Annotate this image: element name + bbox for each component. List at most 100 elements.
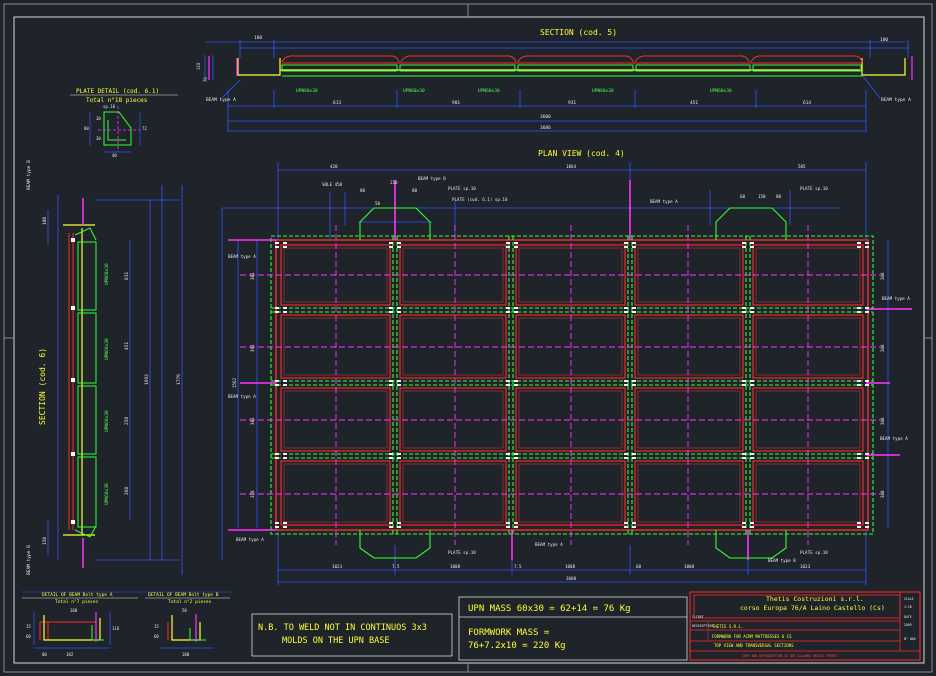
plan-cell-inner — [283, 390, 388, 449]
plan-connector — [283, 522, 287, 524]
plan-connector — [865, 380, 869, 382]
plan-connector — [750, 526, 754, 528]
plan-dim-bottom-4: 1023 — [800, 564, 811, 569]
plan-dim-top-2: 505 — [798, 164, 806, 169]
plan-cell — [634, 314, 744, 379]
plan-connector — [632, 307, 636, 309]
plan-connector — [624, 380, 628, 382]
sec5-upn-1: UPN60x30 — [296, 88, 318, 94]
plan-connector — [624, 311, 628, 313]
cad-drawing: SECTION (cod. 5) UPN60x30 UPN60x30 UPN60… — [3, 3, 933, 673]
plate-dim-4: 30 — [96, 116, 101, 121]
plan-small-4: 60 — [740, 194, 746, 199]
plan-connector — [750, 307, 754, 309]
sec6-dim-6: 180 — [42, 217, 48, 225]
plan-connector — [750, 242, 754, 244]
plan-connector — [857, 311, 861, 313]
plan-connector — [397, 457, 401, 459]
tb-side-0: SCALE — [904, 597, 914, 601]
plan-connector — [865, 311, 869, 313]
plan-connector — [283, 526, 287, 528]
plan-connector — [397, 380, 401, 382]
sec5-side-dim-1: 110 — [196, 62, 201, 70]
plan-connector — [389, 526, 393, 528]
plan-connector — [283, 307, 287, 309]
section5-title: SECTION (cod. 5) — [540, 28, 617, 37]
plan-connector — [742, 380, 746, 382]
plan-small-bottom-0: 7.5 — [392, 564, 400, 569]
plan-connector — [632, 453, 636, 455]
beam-a-subtitle: Total n°7 pieces — [55, 599, 99, 605]
plan-connector — [283, 457, 287, 459]
beam-b-dim-2: 60 — [154, 634, 159, 639]
beam-b-dim-3: 100 — [182, 652, 190, 657]
plan-dim-left-3: 381 — [250, 417, 255, 425]
plan-connector — [624, 384, 628, 386]
plan-connector — [506, 242, 510, 244]
plan-connector — [506, 453, 510, 455]
plan-connector — [275, 307, 279, 309]
section-6-view: SECTION (cod. 6) UPN60x30 UPN60x30 UPN60… — [26, 160, 183, 575]
plan-dim-left-0: 1562 — [232, 377, 237, 388]
plan-connector — [624, 526, 628, 528]
plan-connector — [389, 457, 393, 459]
plan-connector — [750, 311, 754, 313]
plan-connector — [750, 522, 754, 524]
plan-connector — [514, 246, 518, 248]
plan-note-12: PLATE sp.10 — [800, 550, 828, 555]
plan-connector — [506, 246, 510, 248]
plan-connector — [514, 457, 518, 459]
sec5-dim-top-r: 180 — [880, 37, 888, 43]
sec6-dim-3: 268 — [124, 487, 130, 495]
plan-note-14: BEAM type A — [236, 537, 264, 542]
plan-cell — [515, 387, 626, 452]
sec5-beam-right: BEAM type A — [881, 97, 911, 103]
plan-connector — [514, 522, 518, 524]
tb-client-label: CLIENT — [692, 615, 704, 619]
plan-connector — [632, 526, 636, 528]
plan-small-3: 50 — [375, 201, 381, 206]
weld-note-line1: N.B. TO WELD NOT IN CONTINUOS 3x3 — [258, 623, 427, 633]
plan-connector — [865, 384, 869, 386]
plan-connector — [283, 453, 287, 455]
sec5-dim-b5: 614 — [803, 100, 811, 106]
beam-a-dim-0: 100 — [70, 608, 78, 613]
plan-connector — [865, 526, 869, 528]
plan-cell-inner — [637, 317, 741, 376]
plan-connector — [865, 522, 869, 524]
plan-dim-right-3: 388 — [880, 490, 885, 498]
plan-connector — [857, 380, 861, 382]
sec6-upn-1: UPN60x30 — [104, 263, 110, 285]
plan-dim-top-0: 420 — [330, 164, 338, 169]
weld-note: N.B. TO WELD NOT IN CONTINUOS 3x3 MOLDS … — [251, 613, 453, 657]
plan-connector — [275, 242, 279, 244]
sec5-dim-top-l: 180 — [254, 35, 262, 41]
plan-connector — [865, 453, 869, 455]
plan-connector — [275, 526, 279, 528]
title-block: Thetis Costruzioni s.r.l. corso Europa 7… — [689, 591, 921, 661]
plan-dim-right-1: 388 — [880, 344, 885, 352]
plan-cell-inner — [518, 317, 623, 376]
sheet-border-outer — [3, 3, 933, 673]
plan-connector — [506, 526, 510, 528]
plan-connector — [506, 380, 510, 382]
plan-connector — [742, 246, 746, 248]
plan-connector — [283, 311, 287, 313]
plan-note-3: PLATE (cod. 6.1) sp.10 — [452, 197, 508, 202]
beam-a-title: DETAIL OF BEAM Bolt type A — [42, 592, 113, 598]
plan-connector — [283, 384, 287, 386]
plan-connector — [506, 307, 510, 309]
plan-connector — [514, 526, 518, 528]
plan-connector — [514, 453, 518, 455]
plan-connector — [865, 307, 869, 309]
plan-connector — [506, 311, 510, 313]
mass-table: UPN MASS 60x30 = 62+14 = 76 Kg FORMWORK … — [458, 596, 688, 661]
plan-connector — [389, 307, 393, 309]
plan-connector — [283, 242, 287, 244]
plan-connector — [283, 246, 287, 248]
plan-cell — [399, 460, 507, 526]
plan-small-bottom-2: 60 — [636, 564, 642, 569]
plan-dim-bottom-0: 1023 — [332, 564, 343, 569]
beam-b-dim-1: 15 — [154, 624, 159, 629]
tb-side-1: 1:20 — [904, 605, 912, 609]
